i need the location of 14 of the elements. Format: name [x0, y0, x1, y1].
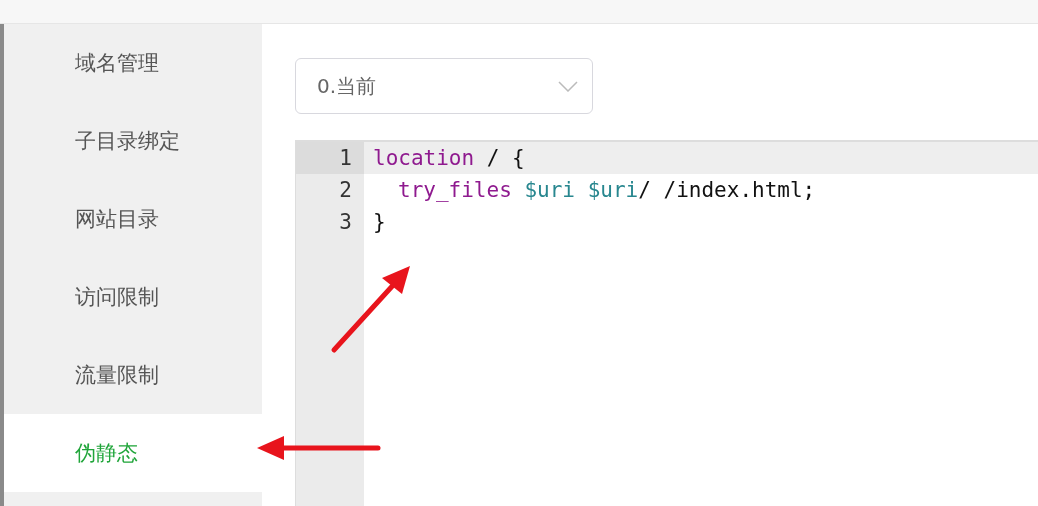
line-number: 1	[296, 142, 364, 174]
code-editor[interactable]: 1 location / { 2 try_files $uri $uri/ /index.html; 3 }	[295, 140, 1038, 506]
line-number: 3	[338, 209, 353, 236]
code-line: try_files $uri $uri/ /index.html;	[397, 177, 816, 204]
line-number: 2	[338, 177, 353, 204]
chevron-down-icon	[558, 80, 578, 92]
version-select[interactable]: 0.当前	[295, 58, 593, 114]
sidebar-item[interactable]: 网站目录	[4, 180, 262, 258]
sidebar-item[interactable]: 访问限制	[4, 258, 262, 336]
code-line: }	[372, 209, 386, 236]
sidebar-item[interactable]: 子目录绑定	[4, 102, 262, 180]
sidebar-item[interactable]: 流量限制	[4, 336, 262, 414]
code-line: location / {	[372, 145, 525, 172]
sidebar-item[interactable]: 域名管理	[4, 24, 262, 102]
